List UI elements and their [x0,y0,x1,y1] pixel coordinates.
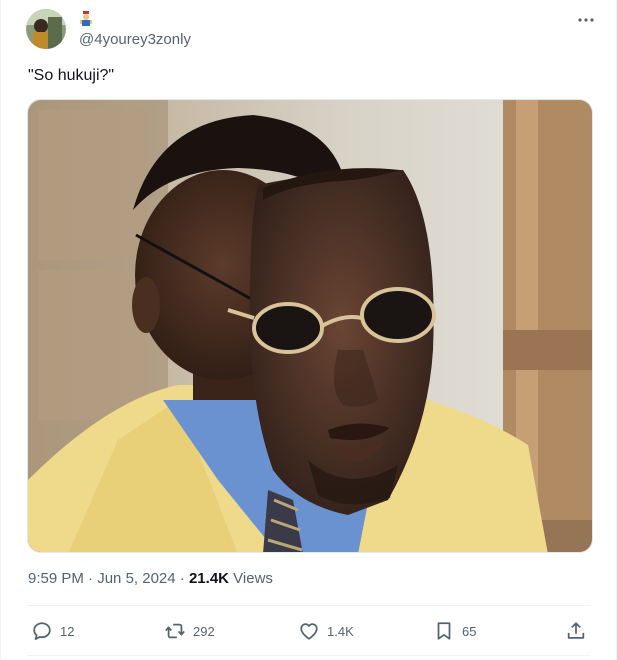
like-button[interactable]: 1.4K [298,618,354,644]
repost-count: 292 [193,623,215,639]
meta-separator: · [175,570,189,587]
bookmark-icon [437,622,451,640]
divider [27,605,591,606]
repost-button[interactable]: 292 [164,618,215,644]
views-count: 21.4K [188,570,229,587]
reply-button[interactable]: 12 [31,618,74,644]
more-icon[interactable] [576,13,596,25]
share-button[interactable] [565,618,587,644]
share-icon [567,622,585,639]
views-label: Views [229,570,273,587]
tweet-meta: 9:59 PM · Jun 5, 2024 · 21.4K Views [28,570,273,587]
avatar[interactable] [26,9,66,49]
tweet-card: @4yourey3zonly "So hukuji?" 9:59 PM · Ju… [0,0,617,660]
tweet-image[interactable] [27,99,593,553]
reply-count: 12 [60,623,75,639]
tweet-text: "So hukuji?" [28,67,115,84]
meta-separator: · [83,570,98,587]
repost-icon [165,623,185,639]
tweet-date[interactable]: Jun 5, 2024 [97,570,175,587]
like-count: 1.4K [327,623,354,639]
bookmark-count: 65 [462,623,477,639]
bookmark-button[interactable]: 65 [433,618,476,644]
divider [27,655,591,656]
like-icon [300,623,318,640]
user-handle[interactable]: @4yourey3zonly [79,31,191,48]
tweet-time[interactable]: 9:59 PM [28,570,84,587]
tweet-actions: 12 292 1.4K 65 [27,618,591,644]
tweet-header: @4yourey3zonly [26,9,596,51]
emoji-badge-icon [79,11,93,27]
reply-icon [33,622,51,640]
